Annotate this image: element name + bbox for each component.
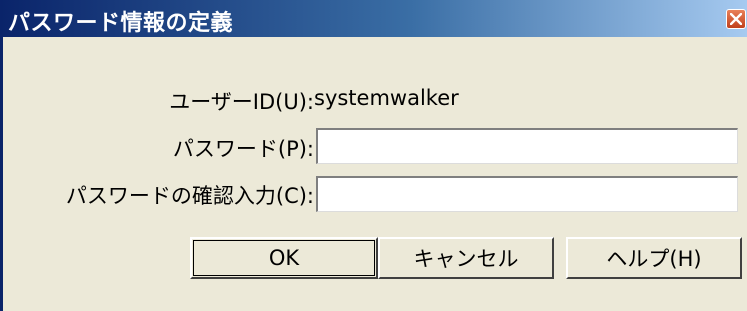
window-title: パスワード情報の定義 — [8, 11, 234, 36]
userid-value: systemwalker — [314, 86, 459, 110]
password-label: パスワード(P): — [172, 137, 314, 161]
title-bar[interactable]: パスワード情報の定義 — [0, 0, 747, 37]
cancel-button[interactable]: キャンセル — [378, 237, 554, 279]
close-button[interactable] — [726, 9, 746, 29]
help-button[interactable]: ヘルプ(H) — [566, 237, 742, 279]
window-left-border — [0, 37, 3, 311]
password-input[interactable] — [316, 128, 738, 164]
close-icon — [730, 13, 742, 25]
userid-label: ユーザーID(U): — [169, 90, 314, 114]
confirm-password-input[interactable] — [316, 176, 738, 212]
ok-button[interactable]: OK — [190, 237, 378, 279]
confirm-password-label: パスワードの確認入力(C): — [65, 184, 314, 208]
password-dialog: パスワード情報の定義 ユーザーID(U): systemwalker パスワード… — [0, 0, 747, 311]
